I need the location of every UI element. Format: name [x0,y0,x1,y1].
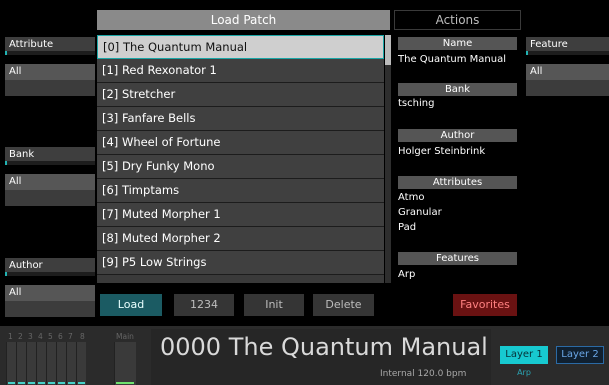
layer-1-button[interactable]: Layer 1 [500,346,548,364]
favorites-button[interactable]: Favorites [453,294,517,316]
patch-info-panel: Name The Quantum Manual Bank tsching Aut… [394,35,521,285]
mixer-channel-track[interactable] [66,342,76,385]
actions-header: Actions [394,10,521,30]
attribute-filter-label: Attribute [5,37,95,51]
patch-list-item[interactable]: [4] Wheel of Fortune [97,131,384,155]
mixer-channel-label: 3 [28,332,33,341]
patch-list-item[interactable]: [0] The Quantum Manual [97,35,384,59]
mixer-channel-track[interactable] [36,342,46,385]
bank-value: tsching [398,98,435,109]
author-filter-scrollbar[interactable] [5,272,95,276]
mixer-level-tick [78,382,85,384]
name-value: The Quantum Manual [398,54,506,65]
tempo-status: Internal 120.0 bpm [380,369,467,379]
bank-filter-option-empty[interactable] [5,190,95,206]
patch-list-scrollbar[interactable] [385,35,391,283]
patch-list-item[interactable]: [5] Dry Funky Mono [97,155,384,179]
mixer-channel-label: 5 [48,332,53,341]
load-patch-header: Load Patch [97,10,390,30]
feature-value: Arp [398,269,416,280]
mixer-channel-track[interactable] [6,342,16,385]
mixer-main-track[interactable] [114,342,136,385]
author-value: Holger Steinbrink [398,146,486,157]
attribute-filter-value[interactable]: All [5,64,95,80]
bank-filter-value[interactable]: All [5,174,95,190]
left-filter-panel: Attribute All Bank All Author All [0,0,95,324]
patch-list[interactable]: [0] The Quantum Manual [1] Red Rexonator … [97,35,384,283]
author-filter-label: Author [5,258,95,272]
mixer-level-tick [18,382,25,384]
patch-list-item[interactable]: [7] Muted Morpher 1 [97,203,384,227]
patch-list-scrollbar-thumb[interactable] [385,35,391,65]
init-button[interactable]: Init [244,294,304,316]
features-heading: Features [398,252,517,265]
bank-filter-label: Bank [5,147,95,161]
mixer-level-tick [58,382,65,384]
mixer-main-label: Main [116,332,134,341]
patch-list-item[interactable]: [1] Red Rexonator 1 [97,59,384,83]
feature-filter-option-empty[interactable] [526,80,609,96]
mixer-channel-track[interactable] [76,342,86,385]
mixer-channel-label: 6 [58,332,63,341]
mixer-channel-label: 8 [80,332,85,341]
mixer-channel-track[interactable] [56,342,66,385]
arp-indicator: Arp [517,368,531,377]
feature-filter-label: Feature [526,37,609,51]
mixer-channel-label: 2 [18,332,23,341]
bank-heading: Bank [398,83,517,96]
load-button[interactable]: Load [100,294,162,316]
mixer-level-tick [68,382,75,384]
mixer-channel-label: 1 [8,332,13,341]
mixer-strip: 1 2 3 4 5 6 7 8 Main [6,330,140,385]
mixer-level-tick [8,382,15,384]
attributes-heading: Attributes [398,176,517,189]
bank-filter-scrollbar[interactable] [5,161,95,165]
mixer-channel-track[interactable] [16,342,26,385]
attribute-value: Atmo [398,192,425,203]
patch-list-item[interactable]: [9] P5 Low Strings [97,251,384,275]
mixer-channel-track[interactable] [26,342,36,385]
mixer-main-level-tick [116,382,134,384]
patch-list-item[interactable]: [3] Fanfare Bells [97,107,384,131]
mixer-level-tick [28,382,35,384]
feature-filter-value[interactable]: All [526,64,609,80]
attribute-filter-option-empty[interactable] [5,80,95,96]
author-heading: Author [398,129,517,142]
delete-button[interactable]: Delete [313,294,374,316]
author-filter-value[interactable]: All [5,285,95,301]
layer-2-button[interactable]: Layer 2 [556,346,604,364]
mixer-channel-track[interactable] [46,342,56,385]
feature-filter-scrollbar[interactable] [526,51,609,55]
mixer-level-tick [38,382,45,384]
right-filter-panel: Feature All [524,0,609,324]
mixer-channel-label: 4 [38,332,43,341]
patch-list-item[interactable]: [8] Muted Morpher 2 [97,227,384,251]
patch-list-item[interactable]: [2] Stretcher [97,83,384,107]
attribute-filter-scrollbar[interactable] [5,51,95,55]
mixer-level-tick [48,382,55,384]
author-filter-option-empty[interactable] [5,301,95,317]
patch-list-item[interactable]: [6] Timptams [97,179,384,203]
patch-number-button[interactable]: 1234 [174,294,234,316]
attribute-value: Pad [398,222,417,233]
attribute-value: Granular [398,207,442,218]
current-patch-title: 0000 The Quantum Manual [160,333,488,361]
mixer-channel-label: 7 [68,332,73,341]
name-heading: Name [398,37,517,50]
